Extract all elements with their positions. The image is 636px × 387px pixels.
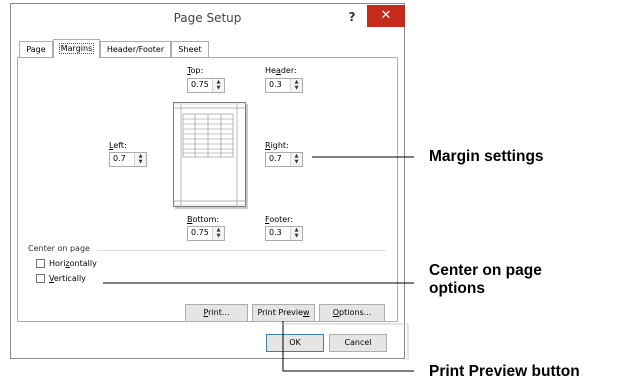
right-margin-spinner[interactable]: 0.7 ▲ ▼ <box>265 152 303 167</box>
options-button[interactable]: Options... <box>319 304 385 322</box>
tab-label: Page <box>26 45 46 54</box>
right-margin-value: 0.7 <box>269 154 282 163</box>
spin-arrows-icon[interactable]: ▲ ▼ <box>290 227 302 240</box>
spin-arrows-icon[interactable]: ▲ ▼ <box>212 79 224 92</box>
spin-arrows-icon[interactable]: ▲ ▼ <box>212 227 224 240</box>
help-button[interactable]: ? <box>343 10 361 26</box>
callout-center-line1: Center on page <box>429 262 542 279</box>
tab-page[interactable]: Page <box>19 41 53 57</box>
left-margin-spinner[interactable]: 0.7 ▲ ▼ <box>109 152 147 167</box>
callout-center-line2: options <box>429 280 485 297</box>
horizontally-checkbox[interactable] <box>36 259 45 268</box>
horizontally-label[interactable]: Horizontally <box>49 259 97 268</box>
tab-label: Header/Footer <box>106 45 165 54</box>
header-margin-value: 0.3 <box>269 80 282 89</box>
print-button[interactable]: Print... <box>185 304 248 322</box>
callout-margin-settings: Margin settings <box>429 148 544 165</box>
page-setup-dialog: Page Setup ? ✕ Page Margins Header/Foote… <box>10 3 405 359</box>
title-bar: Page Setup ? ✕ <box>11 4 405 34</box>
top-margin-spinner[interactable]: 0.75 ▲ ▼ <box>187 78 225 93</box>
cancel-button[interactable]: Cancel <box>329 334 387 352</box>
footer-label: Footer: <box>265 215 294 224</box>
print-preview-button[interactable]: Print Preview <box>252 304 315 322</box>
vertically-label[interactable]: Vertically <box>49 274 86 283</box>
ok-button[interactable]: OK <box>266 334 324 352</box>
tab-header-footer[interactable]: Header/Footer <box>100 41 171 57</box>
page-preview-drawing <box>173 102 246 207</box>
tab-margins[interactable]: Margins <box>53 39 100 58</box>
close-button[interactable]: ✕ <box>367 5 405 27</box>
right-label: Right: <box>265 141 289 150</box>
left-label: Left: <box>109 141 127 150</box>
header-margin-spinner[interactable]: 0.3 ▲ ▼ <box>265 78 303 93</box>
spin-arrows-icon[interactable]: ▲ ▼ <box>290 153 302 166</box>
bottom-label: Bottom: <box>187 215 220 224</box>
left-margin-value: 0.7 <box>113 154 126 163</box>
footer-margin-value: 0.3 <box>269 228 282 237</box>
group-divider <box>97 250 386 251</box>
top-margin-value: 0.75 <box>191 80 209 89</box>
header-label: Header: <box>265 66 297 75</box>
callout-print-preview-button: Print Preview button <box>429 363 580 380</box>
spin-arrows-icon[interactable]: ▲ ▼ <box>290 79 302 92</box>
top-label: Top: <box>187 66 204 75</box>
vertically-checkbox[interactable] <box>36 274 45 283</box>
close-icon: ✕ <box>380 8 392 23</box>
page-preview <box>173 102 246 207</box>
center-on-page-label: Center on page <box>28 244 90 253</box>
spin-arrows-icon[interactable]: ▲ ▼ <box>134 153 146 166</box>
tab-label: Margins <box>58 43 95 54</box>
bottom-margin-value: 0.75 <box>191 228 209 237</box>
bottom-margin-spinner[interactable]: 0.75 ▲ ▼ <box>187 226 225 241</box>
tab-label: Sheet <box>178 45 202 54</box>
tab-sheet[interactable]: Sheet <box>171 41 209 57</box>
footer-margin-spinner[interactable]: 0.3 ▲ ▼ <box>265 226 303 241</box>
